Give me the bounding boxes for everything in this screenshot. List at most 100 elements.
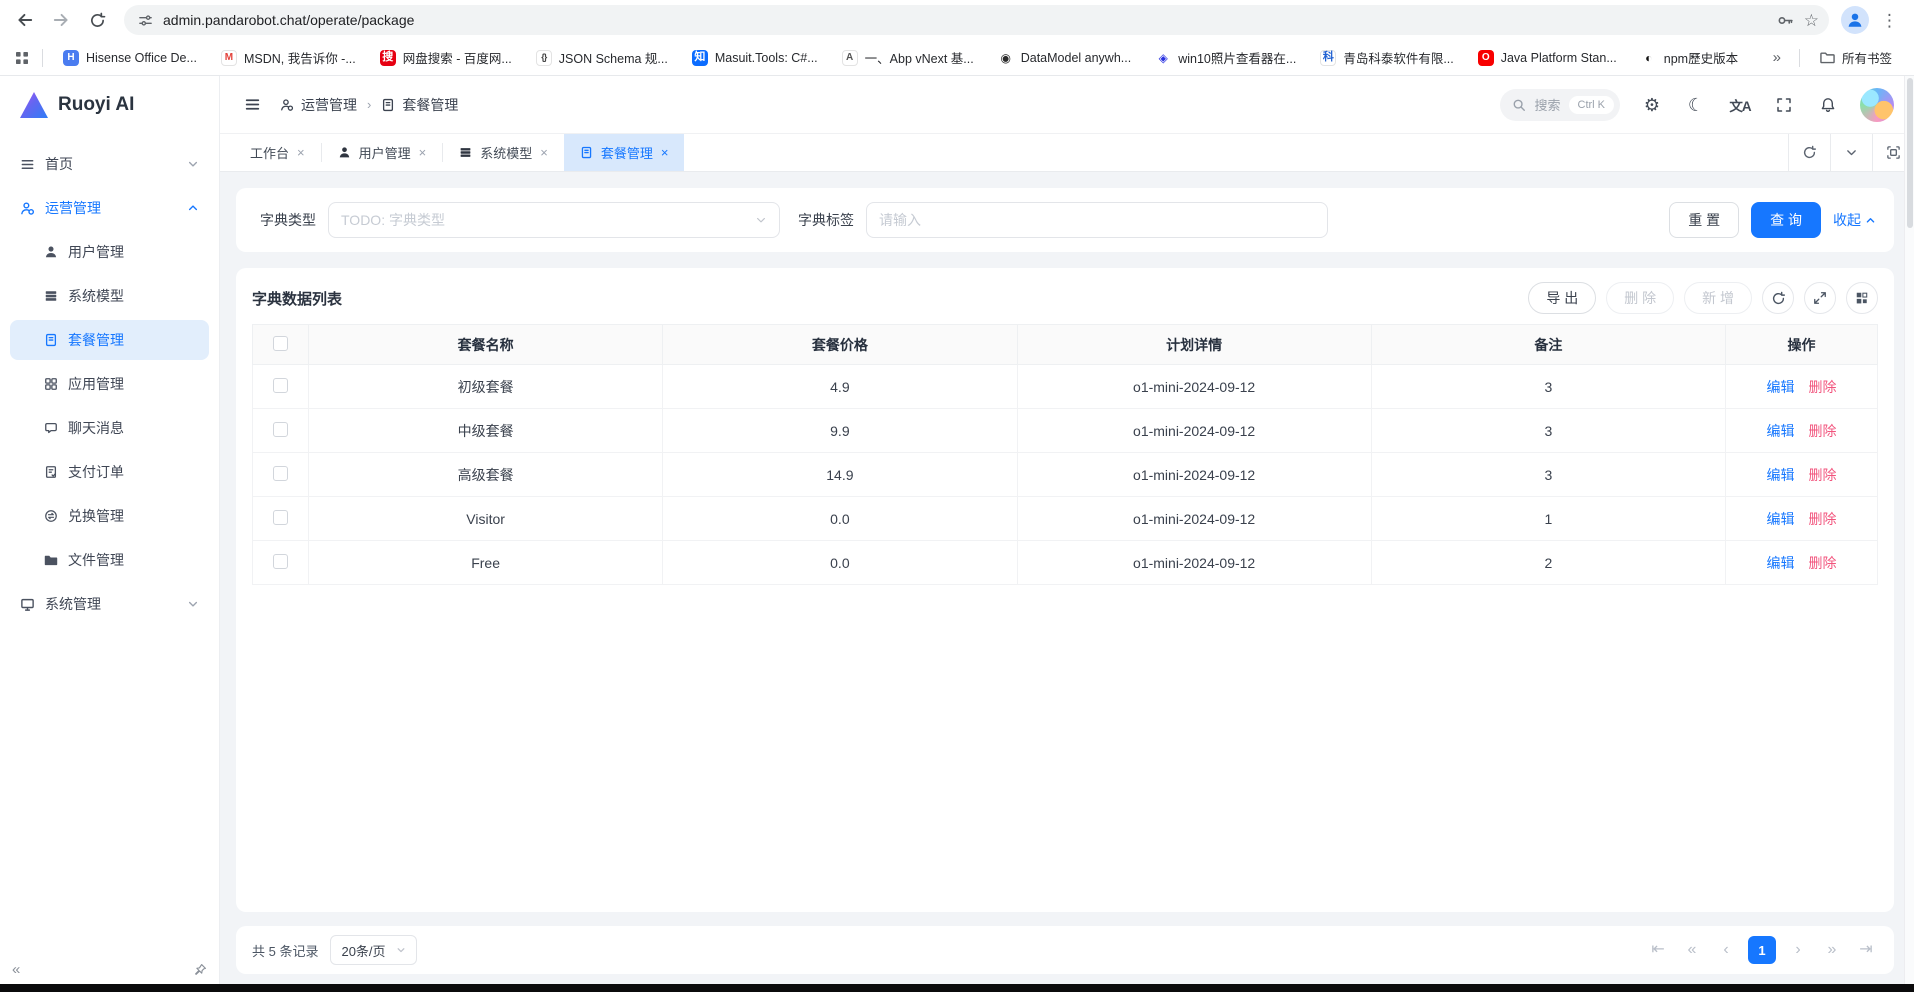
page-size-select[interactable]: 20条/页 [330,935,417,965]
table-expand-icon[interactable] [1804,282,1836,314]
sidebar-item-models[interactable]: 系统模型 [10,276,209,316]
next-group-icon[interactable]: » [1820,942,1844,958]
breadcrumb-item[interactable]: 运营管理 [280,95,357,115]
bookmark-item[interactable]: 科青岛科泰软件有限... [1312,44,1461,71]
prev-page-icon[interactable]: ‹ [1714,942,1738,958]
bookmark-item[interactable]: ◈ win10照片查看器在... [1147,44,1304,71]
settings-gear-icon[interactable]: ⚙ [1640,93,1664,117]
delete-link[interactable]: 删除 [1809,377,1837,397]
sidebar-collapse-icon[interactable]: « [12,961,20,978]
table-refresh-icon[interactable] [1762,282,1794,314]
sidebar-item-operate[interactable]: 运营管理 [10,188,209,228]
pin-icon[interactable] [194,963,207,976]
bookmark-item[interactable]: M MSDN, 我告诉你 -... [213,44,364,71]
password-key-icon[interactable] [1777,12,1794,29]
book-icon [381,98,395,112]
page-number-current[interactable]: 1 [1748,936,1776,964]
browser-menu-icon[interactable]: ⋮ [1875,12,1904,29]
close-icon[interactable]: × [419,145,427,160]
folder-icon [1820,50,1835,65]
fullscreen-icon[interactable] [1772,93,1796,117]
edit-link[interactable]: 编辑 [1767,421,1795,441]
address-bar[interactable]: admin.pandarobot.chat/operate/package ☆ [124,5,1829,35]
divider [1798,48,1800,67]
reset-button[interactable]: 重 置 [1669,202,1740,238]
tab-models[interactable]: 系统模型 × [443,134,564,171]
first-page-icon[interactable]: ⇤ [1646,942,1670,958]
last-page-icon[interactable]: ⇥ [1854,942,1878,958]
tab-packages[interactable]: 套餐管理 × [563,134,685,171]
delete-link[interactable]: 删除 [1809,465,1837,485]
tabs-menu-chevron-icon[interactable] [1830,134,1872,171]
row-checkbox[interactable] [273,509,288,525]
dark-mode-moon-icon[interactable]: ☾ [1684,93,1708,117]
bookmark-star-icon[interactable]: ☆ [1804,12,1819,29]
dict-tag-label: 字典标签 [798,212,854,228]
all-bookmarks-button[interactable]: 所有书签 [1812,44,1900,71]
edit-link[interactable]: 编辑 [1767,553,1795,573]
dict-type-select[interactable]: TODO: 字典类型 [328,202,780,238]
breadcrumb-item[interactable]: 套餐管理 [381,95,458,115]
add-button[interactable]: 新 增 [1684,282,1752,314]
edit-link[interactable]: 编辑 [1767,377,1795,397]
bookmark-item[interactable]: 知 Masuit.Tools: C#... [684,46,826,70]
bookmark-item[interactable]: ◐ npm歷史版本 [1633,44,1746,71]
sidebar-item-files[interactable]: 文件管理 [10,540,209,580]
browser-reload-button[interactable] [82,5,112,35]
notifications-bell-icon[interactable] [1816,93,1840,117]
global-search[interactable]: 搜索 Ctrl K [1500,88,1620,121]
dict-tag-input[interactable] [866,202,1328,238]
delete-button[interactable]: 删 除 [1606,282,1675,314]
row-checkbox[interactable] [273,465,288,481]
sidebar-item-redeem[interactable]: 兑换管理 [10,496,209,536]
prev-group-icon[interactable]: « [1680,942,1704,958]
browser-forward-button[interactable] [46,5,76,35]
browser-back-button[interactable] [10,5,40,35]
sidebar-toggle-icon[interactable] [240,93,264,117]
logo[interactable]: Ruoyi AI [0,76,219,134]
site-settings-icon[interactable] [138,13,153,28]
select-all-checkbox[interactable] [273,335,288,351]
sidebar-item-system[interactable]: 系统管理 [10,584,209,624]
bookmarks-overflow-icon[interactable]: » [1767,49,1787,66]
collapse-filters-link[interactable]: 收起 [1833,210,1876,230]
close-icon[interactable]: × [661,145,669,160]
edit-link[interactable]: 编辑 [1767,465,1795,485]
tab-users[interactable]: 用户管理 × [322,134,443,171]
row-checkbox[interactable] [273,553,288,569]
edit-link[interactable]: 编辑 [1767,509,1795,529]
next-page-icon[interactable]: › [1786,942,1810,958]
tab-workbench[interactable]: 工作台 × [234,134,321,171]
tabs-refresh-icon[interactable] [1788,134,1830,171]
language-translate-icon[interactable]: 文A [1728,93,1752,117]
scrollbar-thumb[interactable] [1906,78,1913,228]
query-button[interactable]: 查 询 [1751,202,1821,238]
apps-grid-icon[interactable] [14,50,30,66]
sidebar-item-users[interactable]: 用户管理 [10,232,209,272]
row-checkbox[interactable] [273,377,288,393]
sidebar-item-chat[interactable]: 聊天消息 [10,408,209,448]
bookmark-item[interactable]: {} JSON Schema 规... [528,44,676,71]
sidebar-item-apps[interactable]: 应用管理 [10,364,209,404]
user-avatar[interactable] [1860,87,1894,122]
bookmark-item[interactable]: ◉ DataModel anywh... [990,46,1139,70]
delete-link[interactable]: 删除 [1809,509,1837,529]
bookmark-item[interactable]: A 一、Abp vNext 基... [834,44,982,71]
browser-profile-avatar[interactable] [1841,6,1869,34]
table-row: Free 0.0 o1-mini-2024-09-12 2 编辑 删除 [252,540,1878,585]
export-button[interactable]: 导 出 [1528,282,1597,314]
table-columns-icon[interactable] [1846,282,1878,314]
delete-link[interactable]: 删除 [1809,421,1837,441]
bookmark-item[interactable]: H Hisense Office De... [55,46,205,70]
chevron-down-icon [187,598,199,610]
sidebar-item-home[interactable]: 首页 [10,144,209,184]
delete-link[interactable]: 删除 [1809,553,1837,573]
page-scrollbar[interactable] [1904,76,1914,984]
row-checkbox[interactable] [273,421,288,437]
sidebar-item-orders[interactable]: 支付订单 [10,452,209,492]
sidebar-item-packages[interactable]: 套餐管理 [10,320,209,360]
close-icon[interactable]: × [297,145,305,160]
close-icon[interactable]: × [540,145,548,160]
bookmark-item[interactable]: 搜网盘搜索 - 百度网... [372,44,520,71]
bookmark-item[interactable]: O Java Platform Stan... [1470,46,1625,70]
